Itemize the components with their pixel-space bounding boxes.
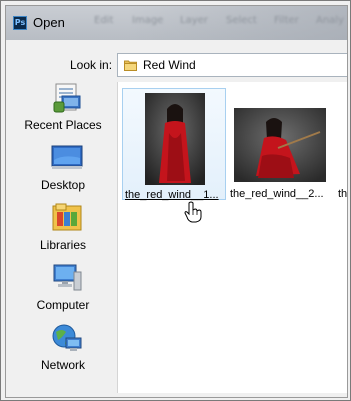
open-dialog: Edit Image Layer Select Filter Analy Ps … xyxy=(0,0,351,401)
place-label: Computer xyxy=(36,298,90,312)
background-menu-item: Select xyxy=(226,15,257,26)
background-menu-item: Filter xyxy=(274,15,299,26)
background-menu-item: Image xyxy=(132,15,164,26)
window-title: Open xyxy=(33,15,65,30)
place-libraries[interactable]: Libraries xyxy=(14,202,112,260)
look-in-value: Red Wind xyxy=(143,58,196,72)
libraries-icon xyxy=(52,203,82,231)
look-in-dropdown[interactable]: Red Wind xyxy=(117,53,347,77)
place-label: Desktop xyxy=(40,178,86,192)
place-computer[interactable]: Computer xyxy=(14,262,112,320)
file-item[interactable]: the_red_wind__2... xyxy=(228,88,332,200)
desktop-icon xyxy=(51,145,83,169)
hand-cursor-icon xyxy=(184,201,202,223)
place-desktop[interactable]: Desktop xyxy=(14,142,112,200)
file-name: th xyxy=(338,188,348,200)
file-name: the_red_wind__2... xyxy=(230,188,324,200)
photoshop-icon: Ps xyxy=(13,16,27,30)
background-menu-item: Layer xyxy=(180,15,208,26)
file-item-selected[interactable]: the_red_wind__1... xyxy=(122,88,226,223)
file-list[interactable]: the_red_wind__1... the_red_wind__2... th xyxy=(117,82,348,393)
background-menu-item: Analy xyxy=(316,15,345,26)
background-menu-item: Edit xyxy=(94,15,114,26)
folder-icon xyxy=(124,60,137,71)
dialog-body: Edit Image Layer Select Filter Analy Ps … xyxy=(5,5,348,398)
file-name: the_red_wind__1... xyxy=(125,189,219,201)
title-bar[interactable]: Edit Image Layer Select Filter Analy Ps … xyxy=(6,6,347,40)
look-in-label: Look in: xyxy=(70,58,113,72)
network-icon xyxy=(52,324,82,351)
place-recent-places[interactable]: Recent Places xyxy=(14,82,112,140)
file-thumbnail xyxy=(234,108,326,182)
file-thumbnail xyxy=(145,93,205,185)
place-label: Libraries xyxy=(39,238,87,252)
places-bar: Recent Places Desktop Libraries Computer… xyxy=(14,82,112,393)
place-network[interactable]: Network xyxy=(14,322,112,380)
place-label: Network xyxy=(40,358,85,372)
recent-places-icon xyxy=(53,83,81,113)
place-label: Recent Places xyxy=(24,118,102,132)
computer-icon xyxy=(53,264,82,291)
